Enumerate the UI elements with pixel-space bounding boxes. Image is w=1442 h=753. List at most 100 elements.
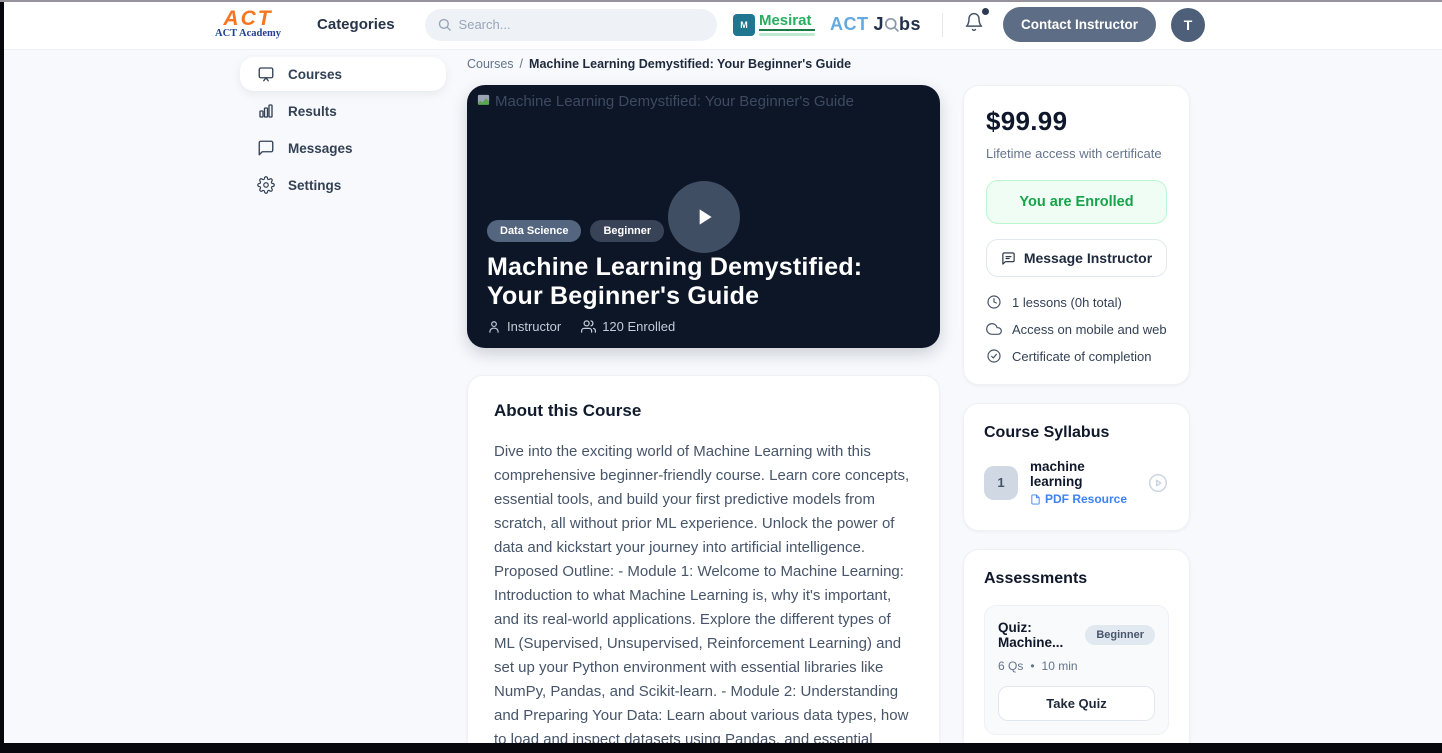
hero-info: Data Science Beginner Machine Learning D… [487,220,920,334]
mesirat-icon: M [733,14,755,36]
quiz-level-badge: Beginner [1085,625,1155,645]
price-subtitle: Lifetime access with certificate [986,146,1167,161]
cloud-icon [986,321,1002,337]
take-quiz-button[interactable]: Take Quiz [998,686,1155,721]
breadcrumb-current: Machine Learning Demystified: Your Begin… [529,57,851,71]
sidebar-item-results[interactable]: Results [240,94,446,128]
about-title: About this Course [494,401,913,421]
chat-bubble-icon [257,139,275,157]
clock-icon [986,294,1002,310]
main-column: Courses / Machine Learning Demystified: … [467,50,940,753]
feature-lessons: 1 lessons (0h total) [986,294,1167,310]
quiz-title: Quiz: Machine... [998,620,1085,650]
act-academy-logo-text: ACT Academy [215,28,281,39]
feature-access: Access on mobile and web [986,321,1167,337]
message-instructor-label: Message Instructor [1024,250,1152,266]
chat-bubble-icon [1001,251,1016,266]
hero-broken-image: Machine Learning Demystified: Your Begin… [476,93,854,110]
hero-badges: Data Science Beginner [487,220,920,242]
course-syllabus-card: Course Syllabus 1 machine learning PDF R… [963,403,1190,531]
course-title: Machine Learning Demystified: Your Begin… [487,253,920,310]
lesson-play-button[interactable] [1147,472,1169,494]
quiz-question-count: 6 Qs [998,659,1023,673]
act-academy-logo[interactable]: ACT ACT Academy [215,10,281,39]
app-window: ACT ACT Academy Categories M Mesirat ACT… [0,0,1442,753]
act-jobs-logo[interactable]: ACTJ bs [830,14,921,35]
quiz-meta: 6 Qs • 10 min [998,659,1155,673]
lesson-title: machine learning [1030,459,1135,489]
mesirat-logo[interactable]: M Mesirat [733,13,815,36]
window-bottom-edge [0,743,1442,753]
sidebar-item-label: Messages [288,141,353,156]
mesirat-logo-text: Mesirat [759,13,815,31]
search-input[interactable] [459,17,705,32]
course-price: $99.99 [986,106,1167,137]
level-badge: Beginner [590,220,664,242]
file-icon [1030,494,1041,505]
header-right: M Mesirat ACTJ bs Contact Instructor T [733,7,1205,42]
gear-icon [257,176,275,194]
users-icon [581,319,596,334]
lesson-number: 1 [984,466,1018,500]
sidebar-item-label: Courses [288,67,342,82]
quiz-item: Quiz: Machine... Beginner 6 Qs • 10 min … [984,605,1169,735]
categories-button[interactable]: Categories [317,16,395,33]
syllabus-item[interactable]: 1 machine learning PDF Resource [984,459,1169,506]
enrolled-status-badge: You are Enrolled [986,180,1167,224]
feature-certificate: Certificate of completion [986,348,1167,364]
feature-label: Access on mobile and web [1012,322,1167,337]
search-bar[interactable] [425,9,717,41]
sidebar: Courses Results Messages Settings [240,50,446,753]
enrolled-count: 120 Enrolled [602,319,675,334]
mesirat-tagline [759,33,815,36]
hero-meta: Instructor 120 Enrolled [487,319,920,334]
message-instructor-button[interactable]: Message Instructor [986,239,1167,277]
about-course-card: About this Course Dive into the exciting… [467,375,940,753]
sidebar-item-label: Settings [288,178,341,193]
act-jobs-logo-bs: bs [899,14,921,35]
hero-alt-text: Machine Learning Demystified: Your Begin… [495,93,854,110]
assessments-card: Assessments Quiz: Machine... Beginner 6 … [963,549,1190,753]
instructor-meta: Instructor [487,319,561,334]
sidebar-item-courses[interactable]: Courses [240,57,446,91]
page-body: Courses Results Messages Settings Course… [0,50,1442,753]
act-academy-logo-mark: ACT [223,10,272,28]
right-column: $99.99 Lifetime access with certificate … [963,50,1190,753]
category-badge: Data Science [487,220,581,242]
sidebar-item-messages[interactable]: Messages [240,131,446,165]
breadcrumb-separator: / [520,57,523,71]
breadcrumb: Courses / Machine Learning Demystified: … [467,57,940,71]
pdf-resource-link[interactable]: PDF Resource [1030,492,1135,506]
assessments-title: Assessments [984,570,1169,588]
syllabus-title: Course Syllabus [984,424,1169,442]
pdf-resource-label: PDF Resource [1045,492,1127,506]
instructor-label: Instructor [507,319,561,334]
contact-instructor-button[interactable]: Contact Instructor [1003,7,1156,42]
header: ACT ACT Academy Categories M Mesirat ACT… [0,0,1442,50]
course-hero-banner: Machine Learning Demystified: Your Begin… [467,85,940,348]
about-description: Dive into the exciting world of Machine … [494,440,913,753]
broken-image-icon [476,93,491,108]
enrolled-meta: 120 Enrolled [581,319,675,334]
bell-icon [964,12,984,32]
feature-label: 1 lessons (0h total) [1012,295,1122,310]
board-icon [257,65,275,83]
window-top-border [0,0,1442,2]
play-circle-icon [1147,472,1169,494]
check-circle-icon [986,348,1002,364]
act-jobs-logo-act: ACT [830,14,869,35]
bar-chart-icon [257,102,275,120]
search-icon [437,17,452,32]
quiz-duration: 10 min [1042,659,1078,673]
header-divider [942,13,943,37]
window-left-edge [0,2,4,753]
sidebar-item-label: Results [288,104,337,119]
sidebar-item-settings[interactable]: Settings [240,168,446,202]
quiz-meta-dot: • [1030,659,1034,673]
user-avatar[interactable]: T [1171,8,1205,42]
person-icon [487,320,501,334]
breadcrumb-courses-link[interactable]: Courses [467,57,514,71]
notifications-button[interactable] [964,12,984,37]
magnifier-icon [884,16,899,33]
feature-label: Certificate of completion [1012,349,1151,364]
